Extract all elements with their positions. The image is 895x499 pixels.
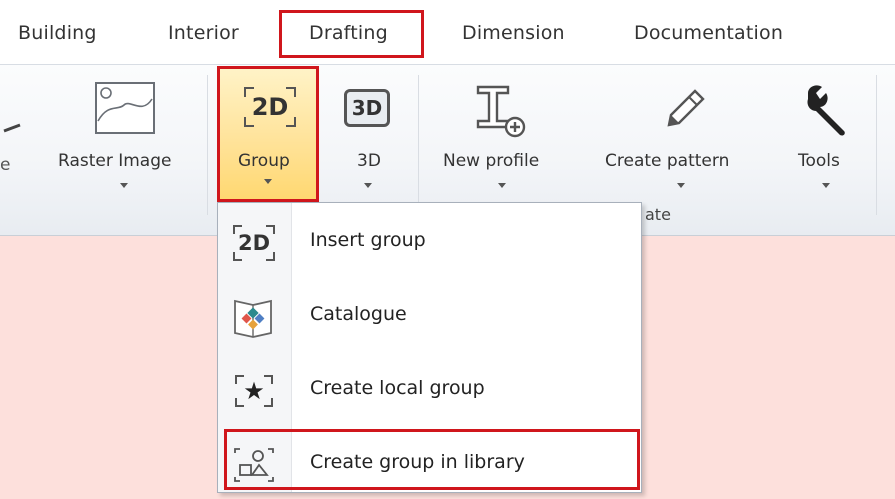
- chevron-down-icon: [677, 183, 685, 188]
- raster-image-icon: [95, 82, 155, 134]
- group-dropdown-menu: 2D Insert group Catalogue ★ Create local…: [217, 202, 642, 493]
- group-button[interactable]: 2D Group: [217, 66, 319, 202]
- new-profile-icon: [476, 85, 526, 138]
- 3d-label: 3D: [357, 151, 381, 171]
- tools-label: Tools: [798, 151, 840, 171]
- star-icon-glyph: ★: [243, 377, 265, 405]
- 2d-group-icon: 2D: [244, 87, 296, 127]
- menu-item-catalogue[interactable]: Catalogue: [218, 281, 641, 351]
- ribbon-tab-bar: Building Interior Drafting Dimension Doc…: [0, 0, 895, 64]
- tab-interior[interactable]: Interior: [168, 22, 239, 44]
- 3d-icon-text: 3D: [351, 96, 383, 120]
- 3d-button[interactable]: 3D 3D: [330, 69, 410, 209]
- tab-drafting[interactable]: Drafting: [309, 22, 388, 44]
- chevron-down-icon: [264, 179, 272, 184]
- 2d-icon-text: 2D: [251, 93, 289, 121]
- menu-item-insert-group[interactable]: 2D Insert group: [218, 207, 641, 277]
- pencil-icon: [667, 89, 705, 127]
- partial-left-label: e: [0, 155, 11, 175]
- ribbon-group-caption: ate: [645, 205, 671, 224]
- create-pattern-button[interactable]: Create pattern: [605, 69, 760, 209]
- wrench-icon: [807, 85, 845, 136]
- tab-documentation[interactable]: Documentation: [634, 22, 783, 44]
- partial-tool-icon: [3, 123, 21, 133]
- star-group-icon: ★: [231, 369, 277, 413]
- menu-item-label: Insert group: [310, 229, 426, 251]
- create-pattern-label: Create pattern: [605, 151, 730, 171]
- chevron-down-icon: [364, 183, 372, 188]
- menu-item-highlight-box: [224, 429, 640, 490]
- catalogue-icon: [234, 299, 272, 338]
- group-label: Group: [238, 151, 290, 171]
- menu-item-label: Catalogue: [310, 303, 407, 325]
- new-profile-label: New profile: [443, 151, 540, 171]
- tools-button[interactable]: Tools: [790, 69, 870, 209]
- chevron-down-icon: [822, 183, 830, 188]
- raster-image-label: Raster Image: [58, 151, 172, 171]
- chevron-down-icon: [498, 183, 506, 188]
- raster-image-button[interactable]: Raster Image: [58, 69, 198, 209]
- 3d-icon: 3D: [344, 89, 390, 127]
- tab-building[interactable]: Building: [18, 22, 97, 44]
- menu-item-label: Create local group: [310, 377, 485, 399]
- tab-dimension[interactable]: Dimension: [462, 22, 565, 44]
- chevron-down-icon: [120, 183, 128, 188]
- menu-item-create-local-group[interactable]: ★ Create local group: [218, 355, 641, 425]
- 2d-group-icon: 2D: [231, 221, 277, 265]
- new-profile-button[interactable]: New profile: [440, 69, 570, 209]
